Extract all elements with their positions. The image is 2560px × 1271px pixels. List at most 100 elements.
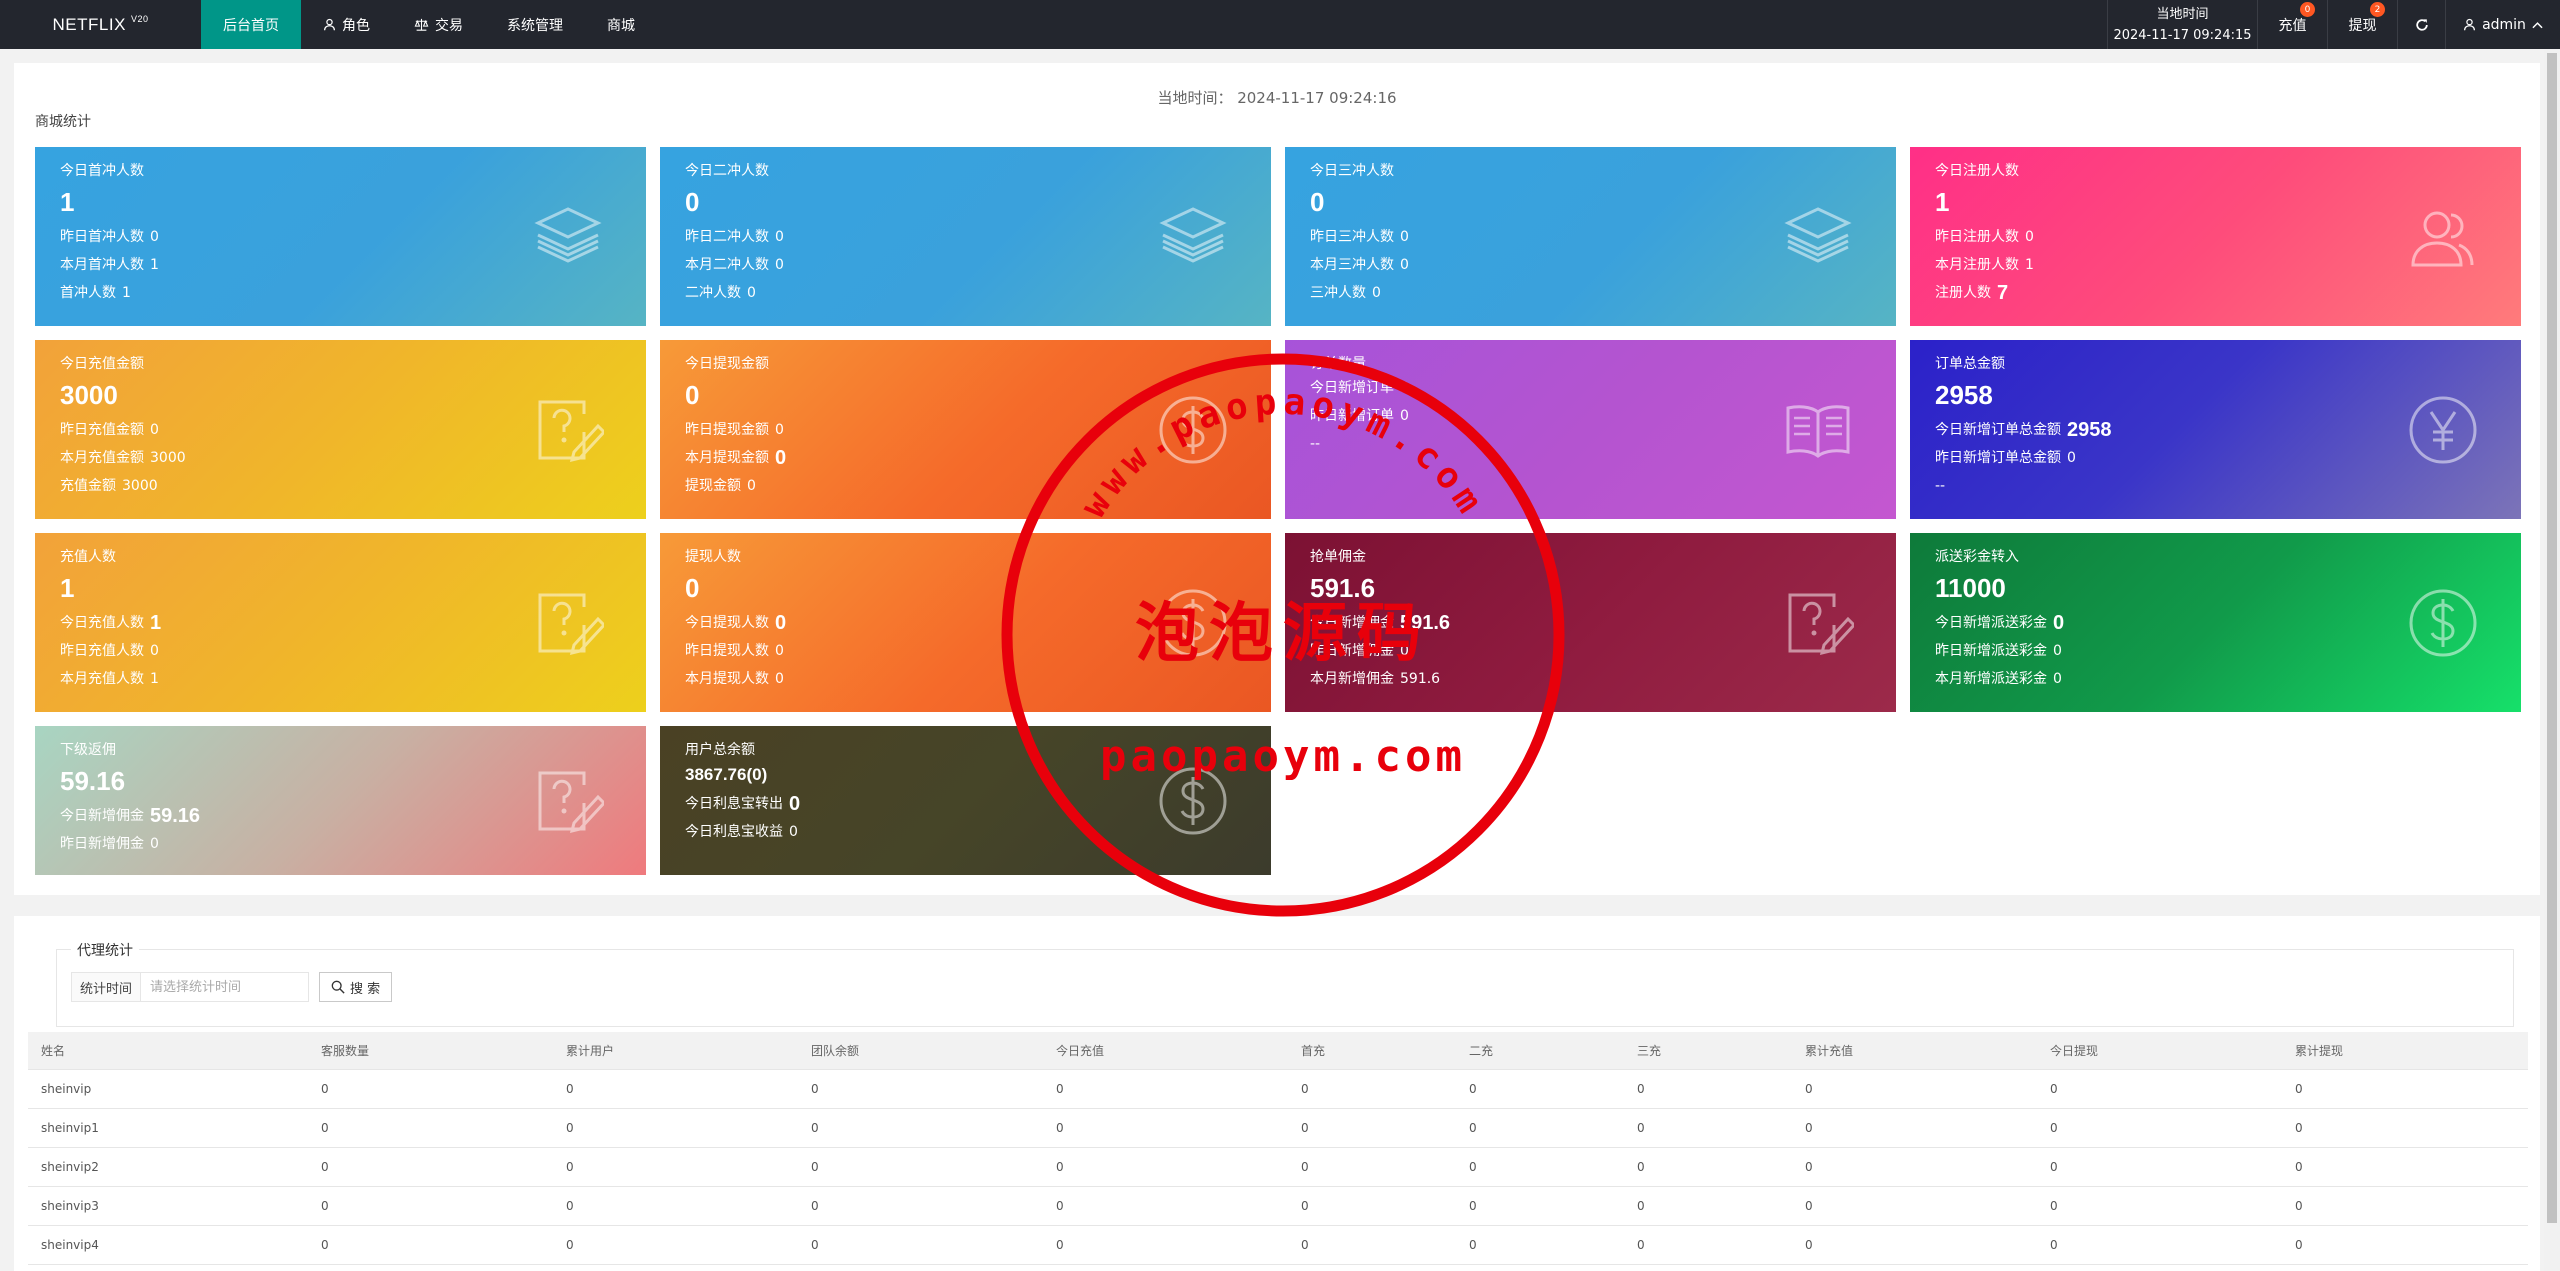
agent-name-cell: sheinvip1 [41, 1121, 99, 1135]
table-cell: 0 [811, 1082, 819, 1096]
card-line: 本月首冲人数 1 [60, 251, 159, 279]
card-line: 本月充值人数 1 [60, 665, 161, 693]
refresh-button[interactable] [2397, 0, 2445, 49]
card-line-label: 三冲人数 [1310, 285, 1366, 301]
card-line-label: 二冲人数 [685, 285, 741, 301]
scrollbar-thumb[interactable] [2547, 53, 2557, 1223]
book-icon [1786, 404, 1850, 458]
card-title: 订单总金额 [1935, 356, 2005, 372]
table-cell: 0 [1056, 1160, 1064, 1174]
help-edit-icon [538, 771, 604, 833]
agent-stats-legend: 代理统计 [71, 940, 139, 960]
card-title: 用户总余额 [685, 742, 755, 758]
column-header: 累计提现 [2295, 1044, 2344, 1058]
card-line: 提现金额 0 [685, 472, 786, 500]
card-value: 11000 [1935, 573, 2006, 603]
table-cell: 0 [1805, 1238, 1813, 1252]
nav-item-trade[interactable]: 交易 [392, 0, 485, 49]
table-cell: 0 [1301, 1199, 1309, 1213]
card-line: 昨日新增订单 0 [1310, 402, 1409, 430]
card-body: 订单总金额 2958 今日新增订单总金额 2958 昨日新增订单总金额 0 -- [1935, 354, 2112, 500]
card-line-value: 0 [1372, 285, 1381, 301]
logo[interactable]: NETFLIX V20 [0, 0, 201, 49]
card-line-label: 今日新增佣金 [60, 808, 144, 824]
user-menu[interactable]: admin [2445, 0, 2560, 49]
table-cell: 0 [566, 1238, 574, 1252]
card-line-label: 昨日充值人数 [60, 643, 144, 659]
table-cell: 0 [321, 1238, 329, 1252]
stat-card-recharge-users: 充值人数 1 今日充值人数 1 昨日充值人数 0 本月充值人数 1 [35, 533, 646, 712]
dollar-icon [1159, 767, 1227, 834]
withdraw-label: 提现 [2348, 17, 2377, 34]
card-body: 今日首冲人数 1 昨日首冲人数 0 本月首冲人数 1 首冲人数 1 [60, 161, 159, 307]
agent-filter-fieldset: 代理统计 统计时间 搜 索 [56, 940, 2514, 1027]
table-cell: 0 [1469, 1199, 1477, 1213]
nav-item-system[interactable]: 系统管理 [485, 0, 585, 49]
card-line-label: 昨日二冲人数 [685, 229, 769, 245]
help-edit-icon [538, 593, 604, 655]
card-line-value: 3000 [150, 450, 186, 466]
user-icon [2464, 18, 2476, 31]
card-line: 本月新增佣金 591.6 [1310, 665, 1450, 693]
card-line-value: 0 [2067, 450, 2076, 466]
card-line-value: 3000 [122, 478, 158, 494]
card-line-label: 今日新增订单总金额 [1935, 422, 2061, 438]
search-button-label: 搜 索 [350, 981, 381, 997]
card-line-value: 0 [2053, 671, 2062, 687]
card-line: 首冲人数 1 [60, 279, 159, 307]
nav-item-home[interactable]: 后台首页 [201, 0, 301, 49]
table-cell: 0 [1637, 1199, 1645, 1213]
column-header: 二充 [1469, 1044, 1494, 1058]
table-row[interactable]: sheinvip1 0 0 0 0 0 0 0 0 0 0 [28, 1109, 2528, 1148]
table-cell: 0 [1056, 1238, 1064, 1252]
card-line-value: 1 [2025, 257, 2034, 273]
recharge-button[interactable]: 充值 0 [2257, 0, 2327, 49]
card-line-label: 昨日提现金额 [685, 422, 769, 438]
card-line-label: -- [1935, 478, 1946, 494]
dollar-icon [1159, 589, 1227, 656]
filter-row: 统计时间 搜 索 [71, 972, 393, 1002]
card-line-label: 今日利息宝转出 [685, 796, 783, 812]
table-row[interactable]: sheinvip3 0 0 0 0 0 0 0 0 0 0 [28, 1187, 2528, 1226]
card-line-value: 1 [122, 285, 131, 301]
card-title: 今日充值金额 [60, 356, 144, 372]
table-cell: 0 [1056, 1199, 1064, 1213]
card-line-label: 首冲人数 [60, 285, 116, 301]
table-row[interactable]: sheinvip 0 0 0 0 0 0 0 0 0 0 [28, 1070, 2528, 1109]
table-cell: 0 [2295, 1199, 2303, 1213]
recharge-badge: 0 [2300, 2, 2315, 17]
card-line-value: 0 [775, 422, 784, 438]
card-line-value: 0 [150, 643, 159, 659]
table-row[interactable]: sheinvip2 0 0 0 0 0 0 0 0 0 0 [28, 1148, 2528, 1187]
card-line-label: 本月注册人数 [1935, 257, 2019, 273]
card-line-label: 昨日三冲人数 [1310, 229, 1394, 245]
card-value: 1 [60, 187, 75, 217]
table-cell: 0 [1056, 1082, 1064, 1096]
stat-time-input[interactable] [141, 972, 310, 1002]
nav-item-label: 后台首页 [223, 17, 279, 34]
card-value: 2958 [1935, 380, 1993, 410]
card-line-value: 0 [775, 257, 784, 273]
card-line: 昨日新增佣金 0 [60, 830, 200, 858]
card-line: 本月提现人数 0 [685, 665, 786, 693]
table-cell: 0 [1301, 1082, 1309, 1096]
layers-icon [534, 206, 602, 263]
nav-item-roles[interactable]: 角色 [301, 0, 392, 49]
page-scrollbar[interactable] [2544, 49, 2560, 1271]
card-line-label: 本月首冲人数 [60, 257, 144, 273]
card-line: -- [1310, 430, 1409, 458]
scale-icon [414, 18, 429, 31]
stat-card-third-charge: 今日三冲人数 0 昨日三冲人数 0 本月三冲人数 0 三冲人数 0 [1285, 147, 1896, 326]
table-cell: 0 [2295, 1160, 2303, 1174]
header-right: 当地时间 2024-11-17 09:24:15 充值 0 提现 2 admin [2107, 0, 2560, 49]
nav-item-mall[interactable]: 商城 [585, 0, 657, 49]
help-edit-icon [1788, 593, 1854, 655]
card-line-value: 7 [1997, 282, 2009, 304]
search-button[interactable]: 搜 索 [319, 972, 393, 1002]
card-body: 订单数量 今日新增订单 3 昨日新增订单 0 -- [1310, 354, 1409, 458]
withdraw-button[interactable]: 提现 2 [2327, 0, 2397, 49]
column-header: 三充 [1637, 1044, 1662, 1058]
column-header: 今日充值 [1056, 1044, 1105, 1058]
table-row[interactable]: sheinvip4 0 0 0 0 0 0 0 0 0 0 [28, 1226, 2528, 1265]
card-value: 59.16 [60, 766, 126, 796]
